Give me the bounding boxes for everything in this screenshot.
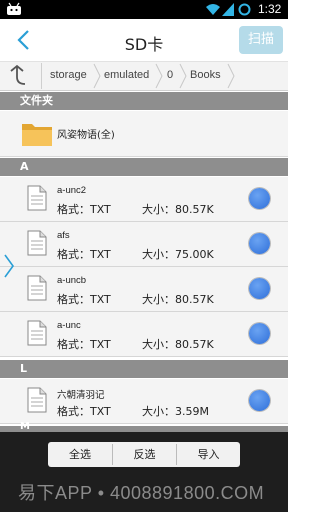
- file-row[interactable]: a-uncb 格式：TXT 大小：80.57K: [0, 267, 288, 312]
- import-button[interactable]: 导入: [177, 442, 240, 467]
- breadcrumb-item[interactable]: emulated: [104, 69, 149, 81]
- file-format: 格式：TXT: [57, 203, 111, 216]
- breadcrumb-separator-icon: [93, 63, 101, 89]
- select-radio[interactable]: [249, 188, 270, 209]
- section-header-folders: 文件夹: [0, 92, 288, 110]
- file-format: 格式：TXT: [57, 248, 111, 261]
- select-radio[interactable]: [249, 323, 270, 344]
- watermark-text: 易下APP • 4008891800.COM: [18, 483, 265, 503]
- breadcrumb-separator-icon: [155, 63, 163, 89]
- folder-icon: [22, 124, 52, 146]
- section-header-m: M: [0, 421, 288, 432]
- signal-icon: [222, 3, 234, 16]
- folder-row[interactable]: 风姿物语(全): [0, 111, 288, 157]
- file-format: 格式：TXT: [57, 293, 111, 306]
- file-name: afs: [57, 230, 70, 241]
- drawer-arrow-icon[interactable]: [3, 253, 15, 279]
- select-all-button[interactable]: 全选: [48, 442, 112, 467]
- text-file-icon: [27, 275, 47, 301]
- breadcrumb-separator-icon: [179, 63, 187, 89]
- scan-button[interactable]: 扫描: [239, 26, 283, 54]
- clock: 1:32: [258, 2, 282, 16]
- file-format: 格式：TXT: [57, 338, 111, 351]
- file-size: 大小：80.57K: [142, 338, 214, 351]
- file-size: 大小：80.57K: [142, 293, 214, 306]
- file-name: 六朝清羽记: [57, 390, 105, 401]
- file-row[interactable]: a-unc 格式：TXT 大小：80.57K: [0, 312, 288, 357]
- select-radio[interactable]: [249, 278, 270, 299]
- breadcrumb: storage emulated 0 Books: [0, 62, 288, 91]
- file-size: 大小：80.57K: [142, 203, 214, 216]
- text-file-icon: [27, 320, 47, 346]
- select-radio[interactable]: [249, 233, 270, 254]
- file-name: a-uncb: [57, 275, 87, 286]
- breadcrumb-item[interactable]: Books: [190, 69, 221, 81]
- title-bar: SD卡 扫描: [0, 19, 288, 62]
- text-file-icon: [27, 387, 47, 413]
- file-row[interactable]: 六朝清羽记 格式：TXT 大小：3.59M: [0, 379, 288, 424]
- file-row[interactable]: afs 格式：TXT 大小：75.00K: [0, 222, 288, 267]
- file-name: a-unc2: [57, 185, 87, 196]
- file-size: 大小：3.59M: [142, 405, 209, 418]
- status-bar: 1:32: [0, 0, 288, 19]
- android-icon: [7, 2, 21, 15]
- section-header-a: A: [0, 158, 288, 176]
- invert-selection-button[interactable]: 反选: [113, 442, 176, 467]
- action-bar: 全选 反选 导入: [48, 442, 240, 467]
- folder-name: 风姿物语(全): [57, 130, 115, 141]
- text-file-icon: [27, 185, 47, 211]
- select-radio[interactable]: [249, 390, 270, 411]
- section-header-l: L: [0, 360, 288, 378]
- wifi-icon: [206, 4, 220, 15]
- file-row[interactable]: a-unc2 格式：TXT 大小：80.57K: [0, 177, 288, 222]
- breadcrumb-item[interactable]: storage: [50, 69, 87, 81]
- file-size: 大小：75.00K: [142, 248, 214, 261]
- battery-icon: [238, 3, 251, 16]
- breadcrumb-item[interactable]: 0: [167, 69, 173, 81]
- text-file-icon: [27, 230, 47, 256]
- up-directory-icon[interactable]: [1, 63, 42, 89]
- file-name: a-unc: [57, 320, 81, 331]
- file-format: 格式：TXT: [57, 405, 111, 418]
- breadcrumb-separator-icon: [227, 63, 235, 89]
